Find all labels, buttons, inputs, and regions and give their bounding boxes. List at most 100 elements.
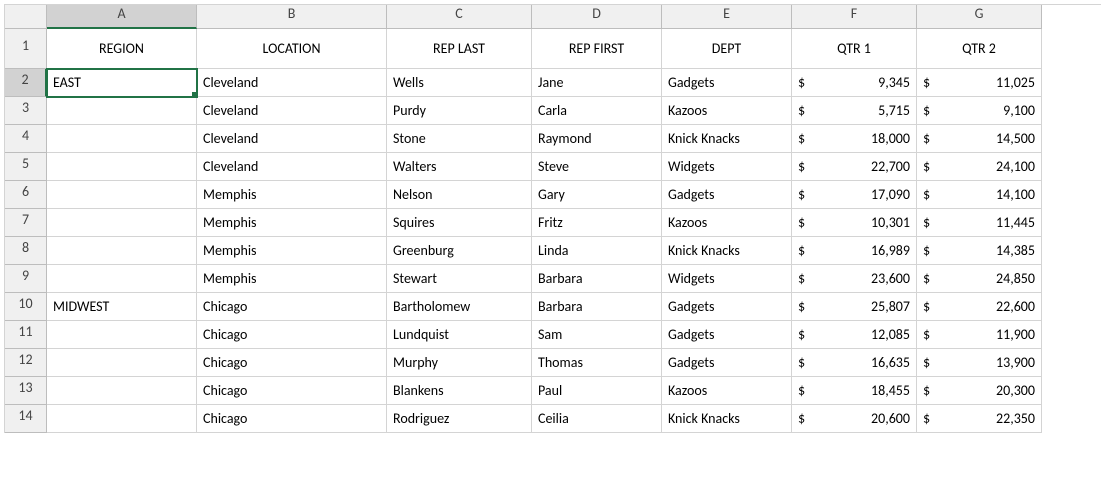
cell-E12[interactable]: Gadgets [662, 349, 792, 377]
cell-C14[interactable]: Rodriguez [387, 405, 532, 433]
cell-B7[interactable]: Memphis [197, 209, 387, 237]
cell-G6[interactable]: $14,100 [917, 181, 1042, 209]
cell-A5[interactable] [47, 153, 197, 181]
col-header-G[interactable]: G [917, 5, 1042, 29]
cell-A9[interactable] [47, 265, 197, 293]
row-header-2[interactable]: 2 [5, 69, 47, 97]
cell-G14[interactable]: $22,350 [917, 405, 1042, 433]
cell-A10[interactable]: MIDWEST [47, 293, 197, 321]
cell-F3[interactable]: $5,715 [792, 97, 917, 125]
cell-B8[interactable]: Memphis [197, 237, 387, 265]
cell-C10[interactable]: Bartholomew [387, 293, 532, 321]
cell-G5[interactable]: $24,100 [917, 153, 1042, 181]
cell-A7[interactable] [47, 209, 197, 237]
cell-F10[interactable]: $25,807 [792, 293, 917, 321]
header-repfirst[interactable]: REP FIRST [532, 29, 662, 69]
cell-D5[interactable]: Steve [532, 153, 662, 181]
cell-C5[interactable]: Walters [387, 153, 532, 181]
spreadsheet-grid[interactable]: A B C D E F G 1 REGION LOCATION REP LAST… [4, 4, 1101, 433]
cell-G3[interactable]: $9,100 [917, 97, 1042, 125]
row-header-4[interactable]: 4 [5, 125, 47, 153]
cell-F9[interactable]: $23,600 [792, 265, 917, 293]
cell-A13[interactable] [47, 377, 197, 405]
cell-G11[interactable]: $11,900 [917, 321, 1042, 349]
cell-E11[interactable]: Gadgets [662, 321, 792, 349]
cell-F2[interactable]: $9,345 [792, 69, 917, 97]
cell-A6[interactable] [47, 181, 197, 209]
cell-B3[interactable]: Cleveland [197, 97, 387, 125]
cell-F6[interactable]: $17,090 [792, 181, 917, 209]
cell-E6[interactable]: Gadgets [662, 181, 792, 209]
cell-C12[interactable]: Murphy [387, 349, 532, 377]
cell-A2[interactable]: EAST [47, 69, 197, 97]
row-header-9[interactable]: 9 [5, 265, 47, 293]
col-header-A[interactable]: A [47, 5, 197, 29]
cell-F4[interactable]: $18,000 [792, 125, 917, 153]
cell-D14[interactable]: Ceilia [532, 405, 662, 433]
cell-E5[interactable]: Widgets [662, 153, 792, 181]
cell-B14[interactable]: Chicago [197, 405, 387, 433]
cell-G7[interactable]: $11,445 [917, 209, 1042, 237]
cell-C3[interactable]: Purdy [387, 97, 532, 125]
cell-B10[interactable]: Chicago [197, 293, 387, 321]
cell-D12[interactable]: Thomas [532, 349, 662, 377]
header-replast[interactable]: REP LAST [387, 29, 532, 69]
cell-G8[interactable]: $14,385 [917, 237, 1042, 265]
cell-A4[interactable] [47, 125, 197, 153]
cell-G12[interactable]: $13,900 [917, 349, 1042, 377]
cell-E7[interactable]: Kazoos [662, 209, 792, 237]
row-header-5[interactable]: 5 [5, 153, 47, 181]
cell-B5[interactable]: Cleveland [197, 153, 387, 181]
cell-F5[interactable]: $22,700 [792, 153, 917, 181]
cell-D9[interactable]: Barbara [532, 265, 662, 293]
cell-F11[interactable]: $12,085 [792, 321, 917, 349]
row-header-14[interactable]: 14 [5, 405, 47, 433]
col-header-D[interactable]: D [532, 5, 662, 29]
row-header-13[interactable]: 13 [5, 377, 47, 405]
cell-F13[interactable]: $18,455 [792, 377, 917, 405]
row-header-7[interactable]: 7 [5, 209, 47, 237]
cell-A3[interactable] [47, 97, 197, 125]
cell-G10[interactable]: $22,600 [917, 293, 1042, 321]
cell-G13[interactable]: $20,300 [917, 377, 1042, 405]
cell-D10[interactable]: Barbara [532, 293, 662, 321]
cell-D8[interactable]: Linda [532, 237, 662, 265]
cell-B12[interactable]: Chicago [197, 349, 387, 377]
cell-B4[interactable]: Cleveland [197, 125, 387, 153]
cell-D2[interactable]: Jane [532, 69, 662, 97]
cell-D13[interactable]: Paul [532, 377, 662, 405]
cell-C13[interactable]: Blankens [387, 377, 532, 405]
row-header-10[interactable]: 10 [5, 293, 47, 321]
cell-E13[interactable]: Kazoos [662, 377, 792, 405]
row-header-8[interactable]: 8 [5, 237, 47, 265]
header-qtr1[interactable]: QTR 1 [792, 29, 917, 69]
cell-E3[interactable]: Kazoos [662, 97, 792, 125]
cell-A11[interactable] [47, 321, 197, 349]
cell-E2[interactable]: Gadgets [662, 69, 792, 97]
cell-A8[interactable] [47, 237, 197, 265]
cell-F12[interactable]: $16,635 [792, 349, 917, 377]
cell-F14[interactable]: $20,600 [792, 405, 917, 433]
cell-B6[interactable]: Memphis [197, 181, 387, 209]
cell-B2[interactable]: Cleveland [197, 69, 387, 97]
col-header-C[interactable]: C [387, 5, 532, 29]
cell-D6[interactable]: Gary [532, 181, 662, 209]
header-qtr2[interactable]: QTR 2 [917, 29, 1042, 69]
cell-B11[interactable]: Chicago [197, 321, 387, 349]
select-all-corner[interactable] [5, 5, 47, 29]
cell-F7[interactable]: $10,301 [792, 209, 917, 237]
cell-D3[interactable]: Carla [532, 97, 662, 125]
row-header-11[interactable]: 11 [5, 321, 47, 349]
col-header-B[interactable]: B [197, 5, 387, 29]
col-header-F[interactable]: F [792, 5, 917, 29]
cell-B9[interactable]: Memphis [197, 265, 387, 293]
cell-D7[interactable]: Fritz [532, 209, 662, 237]
cell-G9[interactable]: $24,850 [917, 265, 1042, 293]
cell-G2[interactable]: $11,025 [917, 69, 1042, 97]
col-header-E[interactable]: E [662, 5, 792, 29]
cell-C4[interactable]: Stone [387, 125, 532, 153]
row-header-1[interactable]: 1 [5, 29, 47, 69]
cell-G4[interactable]: $14,500 [917, 125, 1042, 153]
cell-E10[interactable]: Gadgets [662, 293, 792, 321]
cell-C8[interactable]: Greenburg [387, 237, 532, 265]
